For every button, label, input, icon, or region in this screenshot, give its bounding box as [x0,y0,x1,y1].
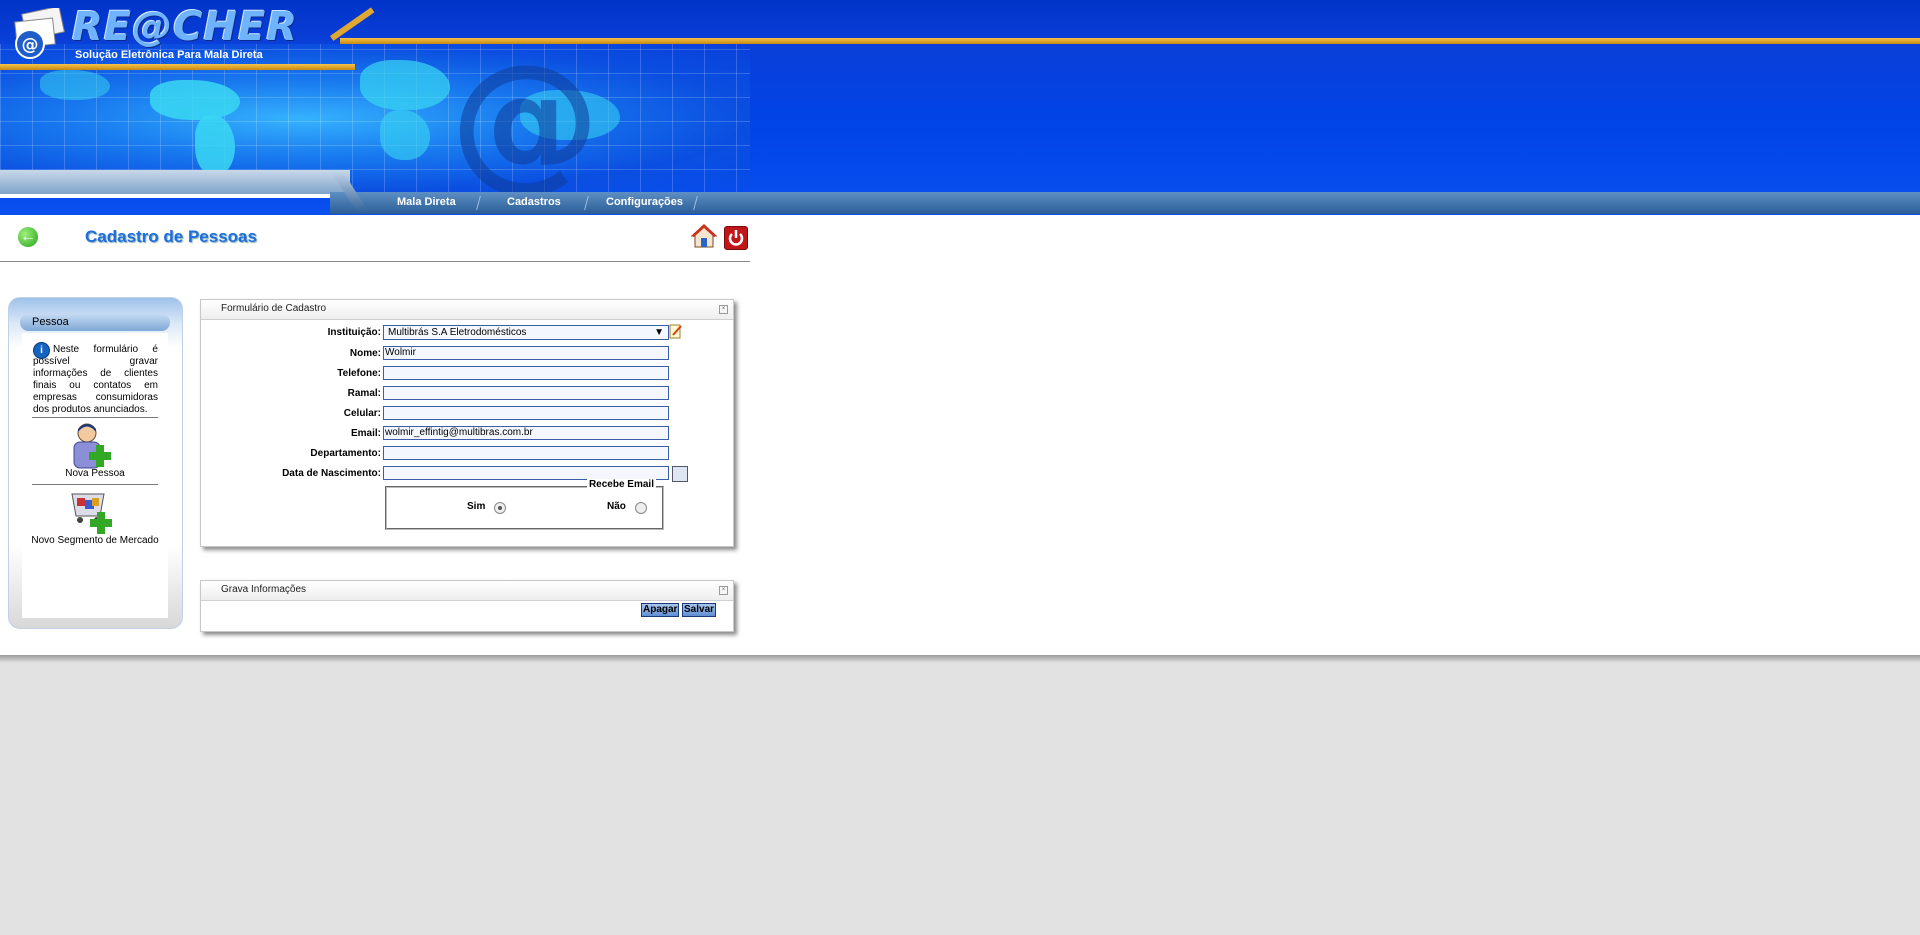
label-telefone: Telefone: [337,368,381,379]
content-bottom-shadow [0,655,1920,663]
panel-collapse-icon[interactable]: × [719,586,728,595]
menu-configuracoes[interactable]: Configurações [606,196,683,208]
menu-stripe [0,194,350,198]
sidebar-divider [32,417,158,418]
panel-collapse-icon[interactable]: × [719,305,728,314]
svg-text:@: @ [22,35,39,55]
main-menu-bar: Mala Direta Cadastros Configurações [0,170,1920,215]
continent-shape [40,70,110,100]
logo-title: RE@CHER [72,4,299,50]
label-instituicao: Instituição: [327,327,381,338]
continent-shape [150,80,240,120]
save-panel: Grava Informações × Apagar Salvar [200,580,734,632]
dropdown-arrow-icon: ▼ [654,327,664,338]
menu-cadastros[interactable]: Cadastros [507,196,561,208]
instituicao-select[interactable]: Multibrás S.A Eletrodomésticos ▼ [383,325,669,340]
add-person-icon[interactable] [70,423,120,470]
continent-shape [380,110,430,160]
save-button[interactable]: Salvar [682,603,717,617]
ramal-input[interactable] [383,386,669,400]
logo-subtitle: Solução Eletrônica Para Mala Direta [75,49,263,61]
save-panel-header: Grava Informações × [201,581,733,601]
form-panel-header: Formulário de Cadastro × [201,300,733,320]
label-ramal: Ramal: [347,388,381,399]
power-symbol-icon [728,230,744,246]
calendar-icon[interactable] [672,466,688,482]
sidebar-header: Pessoa [20,314,170,331]
email-input[interactable]: wolmir_effintig@multibras.com.br [383,426,669,440]
departamento-input[interactable] [383,446,669,460]
page-title: Cadastro de Pessoas [85,227,257,246]
edit-pencil-icon[interactable] [669,323,683,339]
recebe-email-group: Recebe Email Sim Não [385,479,664,530]
sidebar-divider [32,484,158,485]
form-panel-title: Formulário de Cadastro [221,303,327,314]
nascimento-input[interactable] [383,466,669,480]
radio-nao[interactable] [635,502,647,514]
save-panel-title: Grava Informações [221,584,307,595]
home-icon[interactable] [691,223,717,249]
label-departamento: Departamento: [310,448,381,459]
sidebar-header-label: Pessoa [32,316,69,328]
label-nascimento: Data de Nascimento: [282,468,381,479]
novo-segmento-label[interactable]: Novo Segmento de Mercado [30,535,160,546]
celular-input[interactable] [383,406,669,420]
menu-mala-direta[interactable]: Mala Direta [397,196,456,208]
radio-nao-label: Não [607,501,626,512]
power-icon[interactable] [724,226,748,250]
radio-sim-label: Sim [467,501,486,512]
back-arrow-icon[interactable]: ← [18,227,38,247]
telefone-input[interactable] [383,366,669,380]
recebe-email-legend: Recebe Email [586,479,656,490]
form-panel: Formulário de Cadastro × Instituição: Mu… [200,299,734,547]
title-divider [0,261,750,262]
label-nome: Nome: [349,348,381,359]
nome-input[interactable]: Wolmir [383,346,669,360]
envelope-at-icon: @ [14,8,65,59]
info-icon: i [33,342,50,359]
radio-sim[interactable] [494,502,506,514]
instituicao-value: Multibrás S.A Eletrodomésticos [388,327,527,338]
label-email: Email: [350,428,381,439]
delete-button[interactable]: Apagar [641,603,680,617]
label-celular: Celular: [343,408,381,419]
sidebar-info-text: Neste formulário é possível gravar infor… [33,344,158,415]
gold-stripe-left [0,64,355,70]
nova-pessoa-label[interactable]: Nova Pessoa [40,468,150,479]
add-segment-icon[interactable] [70,490,120,535]
menu-band [330,192,1920,214]
gold-stripe [340,38,1920,44]
gold-stripe-diagonal [330,7,375,41]
continent-shape [360,60,450,110]
menu-left-band [0,170,350,194]
